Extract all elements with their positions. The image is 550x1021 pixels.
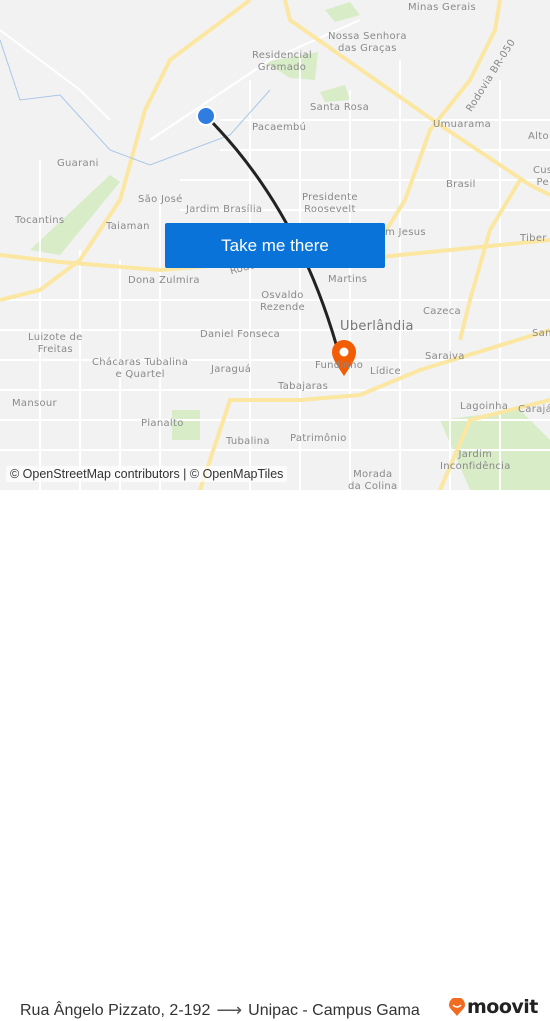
map-label: Jaraguá [211,364,252,375]
map-label: Tabajaras [278,381,329,392]
moovit-logo[interactable]: moovit [449,996,538,1018]
origin-marker[interactable] [196,106,216,126]
map-label: Pacaembú [252,122,307,133]
map-label: Mansour [12,398,57,409]
map-label: m Jesus [385,227,426,238]
map-label: Morada da Colina [348,469,398,490]
map-label: Santa Rosa [310,102,369,113]
arrow-right-icon: ⟶ [216,1000,243,1020]
map-label: Presidente Roosevelt [302,192,358,215]
destination-name: Unipac - Campus Gama [248,1001,420,1019]
map-label: Dona Zulmira [128,275,200,286]
map-label: Patrimônio [290,433,347,444]
map-label: Cazeca [423,306,461,317]
map-label: Nossa Senhora das Graças [328,31,407,54]
map-label: Residencial Gramado [252,50,312,73]
map-label: Chácaras Tubalina e Quartel [92,357,189,380]
map-label: Taiaman [106,221,150,232]
moovit-wordmark: moovit [467,996,538,1018]
map-label: Guarani [57,158,99,169]
map-label: Carajá [518,404,550,415]
map-label: Fundinho [315,360,364,371]
map-label: Jardim Brasília [186,204,263,215]
map-label: San [532,328,550,339]
map-label: Martins [328,274,368,285]
map-label: Minas Gerais [408,2,476,13]
map[interactable]: Minas Gerais Nossa Senhora das Graças Re… [0,0,550,490]
map-label: Daniel Fonseca [200,329,281,340]
map-label: Lagoinha [460,401,509,412]
map-label: Umuarama [433,119,492,130]
map-label: Tiber [520,233,547,244]
route-summary: Rua Ângelo Pizzato, 2-192 ⟶ Unipac - Cam… [20,1000,420,1021]
map-label: Cus Pe [533,165,550,188]
map-label: Tocantins [15,215,65,226]
map-label: Luizote de Freitas [28,332,83,355]
origin-name: Rua Ângelo Pizzato, 2-192 [20,1001,211,1019]
moovit-pin-icon [449,998,465,1016]
map-label: Planalto [141,418,184,429]
map-label: Brasil [446,179,476,190]
map-label: Jardim Inconfidência [440,449,511,472]
take-me-there-button[interactable]: Take me there [165,223,385,268]
map-label: Lídice [370,366,401,377]
map-label: Alto [528,131,549,142]
map-label: Saraiva [425,351,465,362]
map-attribution[interactable]: © OpenStreetMap contributors | © OpenMap… [6,466,288,482]
map-label: São José [138,194,183,205]
city-label: Uberlândia [340,319,414,334]
map-label: Osvaldo Rezende [260,290,305,313]
footer: Rua Ângelo Pizzato, 2-192 ⟶ Unipac - Cam… [0,490,550,1020]
map-label: Tubalina [226,436,270,447]
